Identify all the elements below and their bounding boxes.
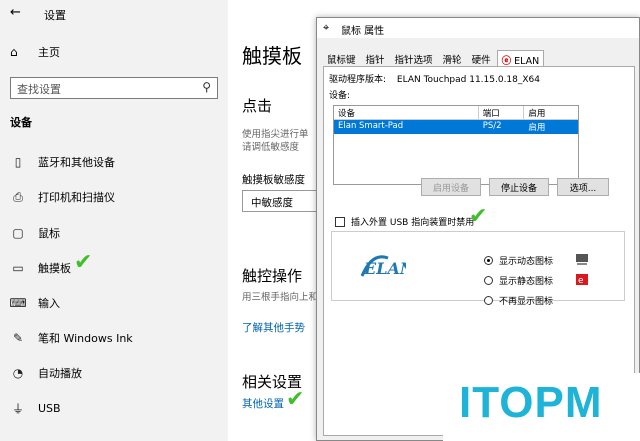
sidebar-item-label: 打印机和扫描仪 bbox=[38, 191, 115, 204]
sidebar-item-autoplay[interactable]: ◔ 自动播放 bbox=[10, 362, 220, 384]
radio-static-icon[interactable]: 显示静态图标 bbox=[484, 274, 553, 287]
sensitivity-label: 触摸板敏感度 bbox=[242, 174, 305, 186]
radio-label: 显示静态图标 bbox=[499, 277, 554, 287]
sidebar-item-label: 触摸板 bbox=[38, 262, 71, 275]
radio-label: 不再显示图标 bbox=[499, 297, 554, 307]
radio-no-icon[interactable]: 不再显示图标 bbox=[484, 294, 553, 307]
mouse-icon: ▢ bbox=[12, 226, 24, 240]
radio-dynamic-icon[interactable]: 显示动态图标 bbox=[484, 254, 553, 267]
sidebar-item-touchpad[interactable]: ▭ 触摸板 bbox=[10, 257, 220, 279]
tray-icon-group: ELAN 显示动态图标 显示静态图标 e 不再显示图标 bbox=[331, 231, 625, 307]
radio-button[interactable] bbox=[484, 276, 493, 285]
driver-value: ELAN Touchpad 11.15.0.18_X64 bbox=[396, 75, 540, 85]
sidebar-item-label: 笔和 Windows Ink bbox=[38, 332, 133, 345]
pen-icon: ✎ bbox=[12, 331, 24, 345]
back-arrow-icon[interactable]: ← bbox=[10, 5, 21, 20]
page-title: 触摸板 bbox=[242, 44, 302, 68]
svg-text:e: e bbox=[578, 276, 584, 285]
device-table-header: 设备 端口 启用 bbox=[334, 106, 578, 120]
search-input[interactable]: 查找设置 ⚲ bbox=[10, 77, 218, 99]
sidebar-item-printers[interactable]: ⎙ 打印机和扫描仪 bbox=[10, 186, 220, 208]
sidebar-item-pen[interactable]: ✎ 笔和 Windows Ink bbox=[10, 327, 220, 349]
section-title: 设备 bbox=[10, 116, 32, 129]
keyboard-icon: ⌨ bbox=[9, 296, 27, 310]
watermark: ITOPM bbox=[443, 373, 640, 441]
other-settings-link[interactable]: 其他设置 bbox=[242, 396, 284, 411]
radio-button[interactable] bbox=[484, 296, 493, 305]
sidebar-item-label: 输入 bbox=[38, 297, 60, 310]
sidebar-item-typing[interactable]: ⌨ 输入 bbox=[9, 292, 220, 314]
checkmark-icon: ✔ bbox=[74, 250, 93, 275]
checkmark-icon: ✔ bbox=[469, 204, 488, 229]
column-header: 设备 bbox=[334, 106, 479, 119]
touchpad-icon: ▭ bbox=[12, 261, 24, 275]
elan-logo: ELAN bbox=[358, 250, 406, 284]
sidebar-item-label: USB bbox=[38, 401, 61, 415]
bluetooth-icon: ▯ bbox=[14, 155, 22, 169]
column-header: 启用 bbox=[528, 109, 546, 119]
disable-on-usb-checkbox[interactable] bbox=[335, 216, 345, 227]
dynamic-tray-icon bbox=[576, 254, 588, 265]
devices-label: 设备: bbox=[329, 91, 351, 101]
home-icon: ⌂ bbox=[10, 45, 18, 59]
stop-device-button[interactable]: 停止设备 bbox=[489, 178, 549, 196]
elan-logo-text: ELAN bbox=[363, 259, 406, 278]
device-port-cell: PS/2 bbox=[482, 121, 502, 131]
search-placeholder: 查找设置 bbox=[17, 83, 61, 96]
device-status-cell: 启用 bbox=[528, 123, 546, 133]
window-title: 设置 bbox=[44, 9, 66, 22]
disable-on-usb-checkbox-row[interactable]: 插入外置 USB 指向装置时禁用 bbox=[335, 215, 474, 228]
gesture-heading: 触控操作 bbox=[242, 267, 303, 285]
sidebar-item-bluetooth[interactable]: ▯ 蓝牙和其他设备 bbox=[10, 151, 220, 173]
search-icon: ⚲ bbox=[202, 80, 211, 94]
printer-icon: ⎙ bbox=[13, 189, 23, 204]
home-nav-item[interactable]: ⌂ 主页 bbox=[10, 44, 60, 60]
checkmark-icon: ✔ bbox=[286, 387, 305, 412]
sidebar-item-label: 蓝牙和其他设备 bbox=[38, 156, 115, 169]
click-heading: 点击 bbox=[242, 97, 273, 115]
sidebar-item-usb[interactable]: ⏚ USB bbox=[10, 397, 220, 419]
radio-label: 显示动态图标 bbox=[499, 257, 554, 267]
column-header: 端口 bbox=[479, 106, 525, 119]
home-label: 主页 bbox=[38, 46, 60, 59]
sidebar-item-mouse[interactable]: ▢ 鼠标 bbox=[10, 222, 220, 244]
radio-button[interactable] bbox=[484, 256, 493, 265]
enable-device-button[interactable]: 启用设备 bbox=[421, 178, 481, 196]
usb-icon: ⏚ bbox=[11, 401, 24, 416]
dialog-titlebar: ⌖ 鼠标 属性 bbox=[317, 18, 639, 38]
sidebar-item-label: 自动播放 bbox=[38, 367, 82, 380]
driver-label: 驱动程序版本: bbox=[329, 75, 387, 85]
device-name-cell: Elan Smart-Pad bbox=[338, 121, 404, 131]
static-tray-icon: e bbox=[576, 274, 588, 285]
checkbox-label: 插入外置 USB 指向装置时禁用 bbox=[351, 218, 475, 228]
settings-sidebar: ← 设置 ⌂ 主页 查找设置 ⚲ 设备 ▯ 蓝牙和其他设备 ⎙ 打印机和扫描仪 … bbox=[0, 0, 228, 441]
sensitivity-value: 中敏感度 bbox=[251, 197, 293, 209]
options-button[interactable]: 选项... bbox=[557, 178, 609, 196]
device-table: 设备 端口 启用 Elan Smart-Pad PS/2 启用 bbox=[333, 105, 579, 185]
gesture-link[interactable]: 了解其他手势 bbox=[242, 320, 305, 335]
dialog-title: 鼠标 属性 bbox=[341, 26, 385, 37]
driver-version: 驱动程序版本: ELAN Touchpad 11.15.0.18_X64 bbox=[329, 72, 540, 85]
table-row[interactable]: Elan Smart-Pad PS/2 启用 bbox=[334, 120, 578, 134]
mouse-icon: ⌖ bbox=[323, 21, 330, 34]
sidebar-item-label: 鼠标 bbox=[38, 227, 60, 240]
watermark-text: ITOPM bbox=[459, 378, 603, 427]
autoplay-icon: ◔ bbox=[12, 366, 24, 380]
